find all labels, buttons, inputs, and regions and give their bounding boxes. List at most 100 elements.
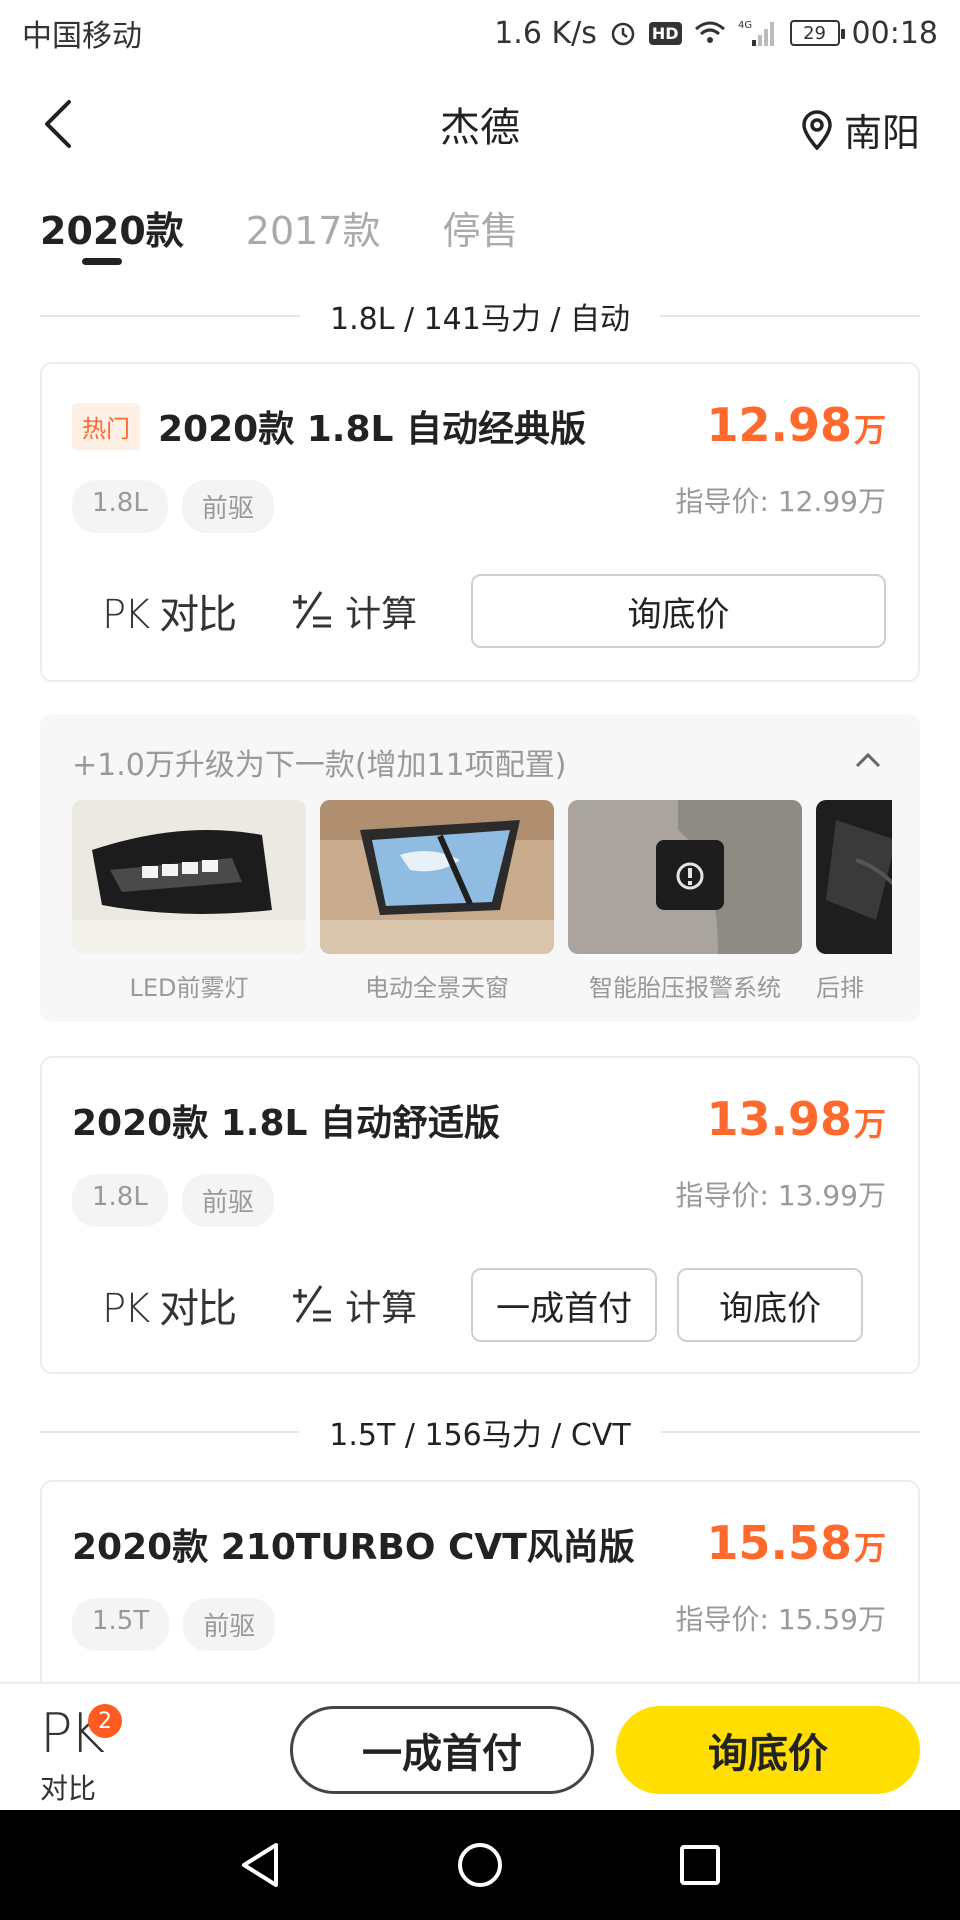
spec-tag: 1.8L — [72, 480, 168, 533]
dealer-price: 12.98 万 — [706, 398, 886, 452]
dealer-price: 15.58 万 — [706, 1516, 886, 1570]
system-nav-bar — [0, 1810, 960, 1920]
tire-pressure-image — [568, 800, 802, 954]
spec-tags: 1.8L 前驱 — [72, 480, 274, 533]
feature-item[interactable]: LED前雾灯 — [72, 800, 306, 1010]
carrier-label: 中国移动 — [22, 19, 142, 54]
rear-feature-image — [816, 800, 892, 954]
trim-card[interactable]: 2020款 1.8L 自动舒适版 13.98 万 1.8L 前驱 指导价: 13… — [40, 1056, 920, 1374]
pk-compare-label: 对比 — [40, 1772, 97, 1805]
card-actions: PK 对比 计算 询底价 — [72, 574, 886, 648]
section-header: 1.8L / 141马力 / 自动 — [40, 296, 921, 337]
spec-tag: 前驱 — [181, 480, 274, 533]
price-value: 12.98 — [706, 398, 852, 452]
nav-recents-icon[interactable] — [670, 1835, 730, 1895]
calculator-icon — [293, 1285, 332, 1323]
network-type: 4G — [738, 20, 752, 31]
nav-home-icon[interactable] — [450, 1835, 510, 1895]
section-header: 1.5T / 156马力 / CVT — [40, 1412, 921, 1453]
active-tab-indicator — [82, 258, 122, 265]
feature-carousel[interactable]: LED前雾灯 电动全景天窗 智能胎压报警系统 后排 — [72, 800, 892, 1010]
battery-icon: 29 — [789, 20, 845, 46]
spec-tag: 前驱 — [183, 1598, 276, 1651]
panoramic-sunroof-image — [320, 800, 554, 954]
pk-compare-label: PK 对比 — [102, 1286, 237, 1332]
feature-label: 电动全景天窗 — [365, 974, 509, 1002]
hd-icon: HD — [648, 21, 682, 45]
spec-tags: 1.5T 前驱 — [72, 1598, 276, 1651]
spec-tag: 1.5T — [72, 1598, 170, 1651]
battery-level: 29 — [803, 22, 826, 44]
bottom-action-bar: PK 2 对比 一成首付 询底价 — [0, 1682, 960, 1810]
back-arrow-icon — [45, 100, 71, 148]
calculate-button[interactable]: 计算 — [289, 1279, 417, 1331]
pk-count-badge: 2 — [88, 1704, 122, 1738]
location-selector[interactable]: 南阳 — [800, 102, 920, 157]
dealer-price: 13.98 万 — [706, 1092, 886, 1146]
price-value: 13.98 — [706, 1092, 852, 1146]
signal-icon: 4G — [738, 18, 778, 48]
location-label: 南阳 — [843, 111, 920, 155]
calculate-button[interactable]: 计算 — [289, 585, 417, 637]
down-payment-button[interactable]: 一成首付 — [471, 1268, 658, 1342]
page-title: 杰德 — [440, 105, 520, 151]
guide-price: 指导价: 13.99万 — [675, 1179, 887, 1212]
calculator-icon — [293, 591, 332, 629]
tab-2020[interactable]: 2020款 — [40, 200, 184, 265]
calculate-label: 计算 — [345, 594, 418, 635]
wifi-icon — [694, 20, 726, 46]
trim-title: 2020款 1.8L 自动经典版 — [158, 409, 586, 450]
inquiry-button[interactable]: 询底价 — [677, 1268, 864, 1342]
upgrade-text: +1.0万升级为下一款(增加11项配置) — [72, 748, 567, 783]
feature-label: 后排 — [816, 974, 864, 1002]
upgrade-panel: +1.0万升级为下一款(增加11项配置) LED前雾灯 电动全景天窗 智能胎压报… — [40, 714, 920, 1022]
status-indicators: 1.6 K/s HD 4G 29 00:18 — [494, 16, 938, 51]
alarm-icon — [609, 19, 637, 47]
feature-label: 智能胎压报警系统 — [589, 974, 781, 1002]
calculate-label: 计算 — [345, 1288, 418, 1329]
spec-tag: 前驱 — [181, 1174, 274, 1227]
spec-tag: 1.8L — [72, 1174, 168, 1227]
card-actions: PK 对比 计算 一成首付 询底价 — [72, 1268, 886, 1342]
chevron-up-icon[interactable] — [852, 744, 884, 776]
guide-price: 指导价: 12.99万 — [675, 485, 887, 518]
section-label: 1.5T / 156马力 / CVT — [329, 1418, 631, 1453]
tab-2017[interactable]: 2017款 — [246, 200, 381, 265]
tab-discontinued[interactable]: 停售 — [442, 200, 518, 265]
feature-item[interactable]: 智能胎压报警系统 — [568, 800, 802, 1010]
trim-card[interactable]: 热门 2020款 1.8L 自动经典版 12.98 万 1.8L 前驱 指导价:… — [40, 362, 920, 682]
inquiry-primary-button[interactable]: 询底价 — [616, 1706, 920, 1794]
feature-label: LED前雾灯 — [129, 974, 249, 1002]
app-root: 中国移动 1.6 K/s HD 4G 29 00:18 杰德 南阳 2020款 … — [0, 0, 960, 1920]
pk-compare-label: PK 对比 — [102, 592, 237, 638]
app-header: 杰德 南阳 — [0, 66, 960, 182]
down-payment-button[interactable]: 一成首付 — [290, 1706, 594, 1794]
feature-item[interactable]: 后排 — [816, 800, 892, 1010]
nav-back-icon[interactable] — [230, 1835, 290, 1895]
card-title-row: 2020款 210TURBO CVT风尚版 — [72, 1518, 635, 1570]
trim-title: 2020款 210TURBO CVT风尚版 — [72, 1527, 635, 1568]
spec-tags: 1.8L 前驱 — [72, 1174, 274, 1227]
year-tabs: 2020款 2017款 停售 — [40, 200, 519, 265]
divider-line — [40, 1431, 300, 1433]
card-title-row: 热门 2020款 1.8L 自动经典版 — [72, 400, 586, 452]
feature-item[interactable]: 电动全景天窗 — [320, 800, 554, 1010]
pk-compare-tray[interactable]: PK 2 对比 — [40, 1702, 130, 1807]
hot-badge: 热门 — [72, 402, 140, 450]
price-unit: 万 — [853, 1105, 886, 1143]
pk-compare-button[interactable]: PK 对比 — [102, 582, 237, 640]
network-speed: 1.6 K/s — [494, 15, 597, 51]
trim-title: 2020款 1.8L 自动舒适版 — [72, 1103, 500, 1144]
back-button[interactable] — [30, 96, 86, 152]
location-pin-icon — [802, 109, 832, 150]
guide-price: 指导价: 15.59万 — [675, 1603, 887, 1636]
price-unit: 万 — [853, 411, 886, 449]
status-bar: 中国移动 1.6 K/s HD 4G 29 00:18 — [0, 0, 960, 66]
price-unit: 万 — [853, 1529, 886, 1567]
clock: 00:18 — [851, 15, 938, 51]
pk-compare-button[interactable]: PK 对比 — [102, 1276, 237, 1334]
divider-line — [660, 315, 921, 317]
card-title-row: 2020款 1.8L 自动舒适版 — [72, 1094, 500, 1146]
inquiry-button[interactable]: 询底价 — [471, 574, 886, 648]
led-fog-lamp-image — [72, 800, 306, 954]
